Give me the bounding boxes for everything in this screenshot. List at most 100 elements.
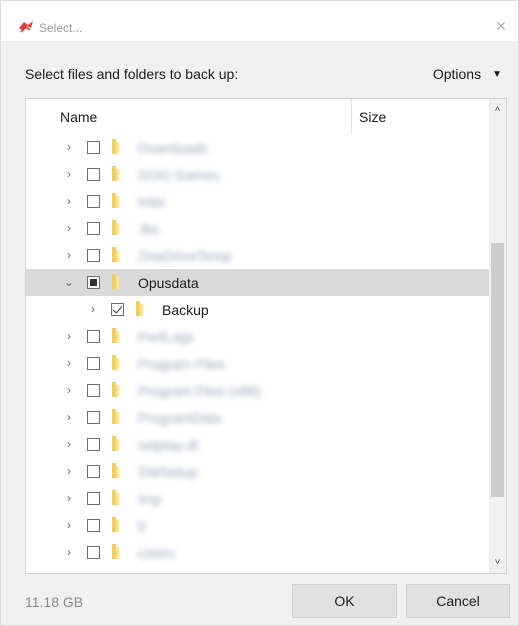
chevron-right-icon[interactable]: › — [64, 383, 74, 397]
row-checkbox[interactable] — [87, 276, 100, 289]
folder-icon — [112, 463, 119, 478]
folder-icon — [112, 382, 119, 397]
chevron-right-icon[interactable]: › — [64, 194, 74, 208]
folder-name: Program Files — [138, 356, 226, 372]
row-checkbox[interactable] — [87, 465, 100, 478]
tree-row[interactable]: › ProgramData — [26, 404, 490, 431]
folder-name: Opusdata — [138, 275, 199, 291]
folder-icon — [136, 301, 143, 316]
chevron-down-icon[interactable]: ⌄ — [64, 275, 74, 289]
folder-name: ProgramData — [138, 410, 222, 426]
scroll-down-icon[interactable]: ˅ — [489, 554, 506, 571]
folder-icon — [112, 355, 119, 370]
folder-name: Users — [138, 545, 175, 561]
window-title: Select... — [39, 21, 83, 35]
row-checkbox[interactable] — [87, 384, 100, 397]
row-checkbox[interactable] — [111, 303, 124, 316]
chevron-right-icon[interactable]: › — [64, 140, 74, 154]
folder-name: Jks — [138, 221, 159, 237]
tree-row[interactable]: › OneDriveTemp — [26, 242, 490, 269]
close-icon: ✕ — [495, 17, 507, 34]
row-checkbox[interactable] — [87, 357, 100, 370]
chevron-right-icon[interactable]: › — [64, 491, 74, 505]
chevron-right-icon[interactable]: › — [64, 167, 74, 181]
tree-row[interactable]: › Downloads — [26, 134, 490, 161]
chevron-right-icon[interactable]: › — [64, 329, 74, 343]
tree-row[interactable]: › Jks — [26, 215, 490, 242]
cancel-button[interactable]: Cancel — [406, 584, 510, 618]
tree-row[interactable]: › Program Files (x86) — [26, 377, 490, 404]
row-checkbox[interactable] — [87, 222, 100, 235]
tree-row[interactable]: › Users — [26, 539, 490, 566]
options-menu-button[interactable]: Options ▼ — [433, 66, 502, 82]
caret-down-icon: ▼ — [492, 68, 502, 80]
folder-icon — [112, 220, 119, 235]
title-bar[interactable]: Select... ✕ — [1, 1, 518, 41]
tree-row[interactable]: › tt — [26, 512, 490, 539]
row-checkbox[interactable] — [87, 249, 100, 262]
tree-row[interactable]: › setplay-dl — [26, 431, 490, 458]
folder-icon — [112, 490, 119, 505]
folder-name: Backup — [162, 302, 209, 318]
scrollbar-thumb[interactable] — [491, 243, 504, 497]
row-checkbox[interactable] — [87, 141, 100, 154]
file-tree[interactable]: Name Size › Downloads › GOG Games › Intel › Jks… — [25, 98, 507, 574]
chevron-right-icon[interactable]: › — [64, 464, 74, 478]
folder-icon — [112, 166, 119, 181]
row-checkbox[interactable] — [87, 546, 100, 559]
tree-row[interactable]: › GOG Games — [26, 161, 490, 188]
chevron-right-icon[interactable]: › — [64, 410, 74, 424]
folder-name: setplay-dl — [138, 437, 198, 453]
tree-row[interactable]: › PerfLogs — [26, 323, 490, 350]
chevron-right-icon[interactable]: › — [64, 545, 74, 559]
folder-name: GOG Games — [138, 167, 220, 183]
row-checkbox[interactable] — [87, 168, 100, 181]
app-logo-icon — [19, 21, 33, 33]
chevron-right-icon[interactable]: › — [64, 248, 74, 262]
instruction-label: Select files and folders to back up: — [25, 66, 239, 82]
folder-icon — [112, 139, 119, 154]
folder-name: Intel — [138, 194, 165, 210]
tree-header: Name Size — [26, 99, 490, 134]
folder-name: OneDriveTemp — [138, 248, 232, 264]
column-header-size[interactable]: Size — [359, 109, 386, 125]
folder-icon — [112, 517, 119, 532]
folder-name: tt — [138, 518, 146, 534]
row-checkbox[interactable] — [87, 519, 100, 532]
folder-icon — [112, 274, 119, 289]
chevron-right-icon[interactable]: › — [64, 221, 74, 235]
column-header-name[interactable]: Name — [60, 109, 97, 125]
folder-name: PerfLogs — [138, 329, 195, 345]
tree-row[interactable]: › tmp — [26, 485, 490, 512]
row-checkbox[interactable] — [87, 492, 100, 505]
tree-row[interactable]: › Intel — [26, 188, 490, 215]
folder-icon — [112, 409, 119, 424]
chevron-right-icon[interactable]: › — [64, 518, 74, 532]
scroll-up-icon[interactable]: ˄ — [489, 101, 506, 118]
close-button[interactable]: ✕ — [490, 15, 512, 37]
tree-row[interactable]: › SWSetup — [26, 458, 490, 485]
column-divider[interactable] — [351, 99, 352, 134]
ok-button[interactable]: OK — [292, 584, 397, 618]
folder-icon — [112, 544, 119, 559]
chevron-right-icon[interactable]: › — [64, 437, 74, 451]
row-checkbox[interactable] — [87, 438, 100, 451]
chevron-right-icon[interactable]: › — [88, 302, 98, 316]
folder-name: Downloads — [138, 140, 208, 156]
vertical-scrollbar[interactable]: ˄ ˅ — [489, 99, 506, 573]
row-checkbox[interactable] — [87, 330, 100, 343]
folder-icon — [112, 436, 119, 451]
row-checkbox[interactable] — [87, 411, 100, 424]
chevron-right-icon[interactable]: › — [64, 356, 74, 370]
row-checkbox[interactable] — [87, 195, 100, 208]
select-dialog: Select... ✕ Select files and folders to … — [0, 0, 519, 626]
tree-row[interactable]: › Program Files — [26, 350, 490, 377]
folder-icon — [112, 247, 119, 262]
folder-icon — [112, 328, 119, 343]
folder-name: SWSetup — [138, 464, 198, 480]
folder-icon — [112, 193, 119, 208]
selected-size: 11.18 GB — [25, 594, 84, 610]
tree-row[interactable]: ⌄ Opusdata — [26, 269, 490, 296]
folder-name: Program Files (x86) — [138, 383, 261, 399]
tree-row[interactable]: › Backup — [26, 296, 490, 323]
